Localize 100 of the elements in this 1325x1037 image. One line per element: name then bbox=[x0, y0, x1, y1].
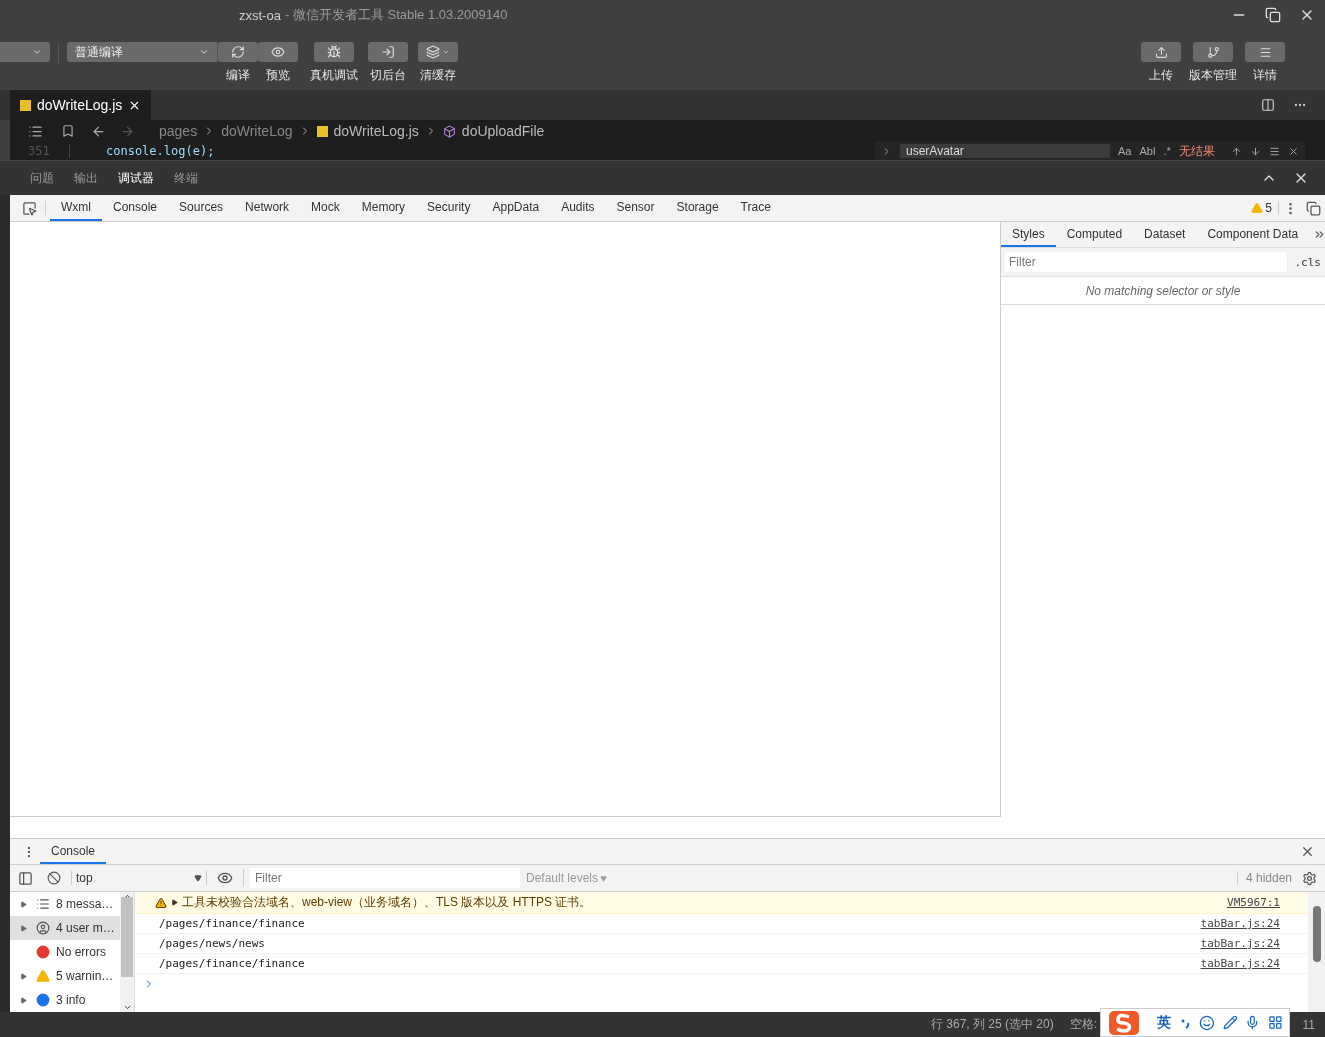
devtools-tab[interactable]: Sensor bbox=[605, 195, 666, 221]
scrollbar-thumb[interactable] bbox=[121, 897, 133, 977]
toolbar-label: 清缓存 bbox=[420, 67, 456, 84]
back-icon[interactable] bbox=[91, 123, 106, 139]
breadcrumb-item[interactable]: doUploadFile bbox=[461, 123, 545, 139]
find-result: 无结果 bbox=[1178, 142, 1215, 160]
warning-icon bbox=[36, 969, 50, 983]
toolbar-button[interactable] bbox=[1245, 42, 1285, 62]
devtools-tab[interactable]: Console bbox=[102, 195, 169, 221]
source-link[interactable]: tabBar.js:24 bbox=[1200, 937, 1280, 950]
sidebar-item[interactable]: No errors bbox=[10, 940, 120, 964]
breadcrumb-item[interactable]: pages bbox=[159, 123, 198, 139]
indentation[interactable]: 空格: bbox=[1069, 1016, 1098, 1033]
error-icon bbox=[36, 945, 50, 959]
styles-tab[interactable]: Component Data bbox=[1196, 222, 1310, 247]
compile-mode-select[interactable]: 普通编译 bbox=[67, 42, 218, 62]
refresh-icon bbox=[231, 45, 245, 59]
devtools-tab[interactable]: Storage bbox=[665, 195, 730, 221]
context-select[interactable]: top bbox=[71, 871, 207, 885]
devtools-tab[interactable]: Trace bbox=[729, 195, 782, 221]
styles-tab[interactable]: Dataset bbox=[1133, 222, 1197, 247]
expand-icon[interactable] bbox=[20, 972, 27, 980]
sidebar-item[interactable]: 8 messa… bbox=[10, 892, 120, 916]
split-editor-icon[interactable] bbox=[1261, 98, 1275, 112]
previous-icon[interactable] bbox=[1231, 145, 1242, 157]
panel-tab[interactable]: 调试器 bbox=[118, 169, 154, 187]
sidebar-item[interactable]: 3 info bbox=[10, 988, 120, 1012]
cube-icon bbox=[442, 124, 456, 138]
toolbar-label: 详情 bbox=[1253, 67, 1277, 84]
source-link[interactable]: tabBar.js:24 bbox=[1200, 957, 1280, 970]
expand-icon[interactable] bbox=[20, 900, 27, 908]
find-option[interactable]: .* bbox=[1163, 145, 1171, 157]
toolbar-button[interactable] bbox=[1193, 42, 1233, 62]
devtools-tab[interactable]: Audits bbox=[550, 195, 606, 221]
next-icon[interactable] bbox=[1250, 145, 1261, 157]
toolbar-button[interactable] bbox=[218, 42, 258, 62]
restore-icon[interactable] bbox=[1265, 7, 1281, 23]
caret-icon bbox=[32, 47, 42, 57]
toolbar-button[interactable] bbox=[1141, 42, 1181, 62]
emoji-icon[interactable] bbox=[1198, 1014, 1215, 1031]
sidebar-item[interactable]: 5 warnin… bbox=[10, 964, 120, 988]
toolbar-label: 上传 bbox=[1149, 67, 1173, 84]
message-text: /pages/news/news bbox=[159, 937, 265, 950]
toolbar-button[interactable] bbox=[258, 42, 298, 62]
layers-icon bbox=[426, 45, 440, 59]
menu-icon bbox=[1258, 45, 1272, 59]
empty-message: No matching selector or style bbox=[1001, 277, 1325, 305]
source-link[interactable]: VM5967:1 bbox=[1227, 896, 1280, 909]
warning-counter[interactable]: 5 bbox=[1245, 201, 1279, 215]
devtools-tab[interactable]: Mock bbox=[300, 195, 351, 221]
breadcrumb-item[interactable]: doWriteLog bbox=[221, 123, 293, 139]
cls-button[interactable]: .cls bbox=[1294, 255, 1321, 269]
sidebar-item[interactable]: 4 user m… bbox=[10, 916, 120, 940]
close-icon[interactable] bbox=[1288, 145, 1299, 157]
devtools-tab[interactable]: Memory bbox=[350, 195, 417, 221]
devtools-tab[interactable]: AppData bbox=[481, 195, 551, 221]
message-text: 工具未校验合法域名、web-view（业务域名）、TLS 版本以及 HTTPS 证书。 bbox=[182, 894, 592, 911]
devtools-tab[interactable]: Wxml bbox=[50, 195, 102, 221]
source-link[interactable]: tabBar.js:24 bbox=[1200, 917, 1280, 930]
editor-tab[interactable]: doWriteLog.js bbox=[10, 90, 152, 120]
devtools-tab[interactable]: Network bbox=[234, 195, 301, 221]
hidden-count: 4 hidden bbox=[1236, 871, 1292, 885]
caret-icon bbox=[194, 874, 202, 882]
list-icon bbox=[36, 897, 50, 911]
caret-icon bbox=[600, 874, 608, 882]
find-option[interactable]: Aa bbox=[1118, 145, 1132, 157]
toolbar-button[interactable] bbox=[418, 42, 458, 62]
expand-icon[interactable] bbox=[20, 996, 27, 1004]
panel-tab[interactable]: 输出 bbox=[74, 169, 98, 187]
user-icon bbox=[36, 921, 50, 935]
scrollbar-thumb[interactable] bbox=[1312, 906, 1321, 962]
input-language[interactable]: 英 bbox=[1157, 1013, 1171, 1032]
outline-icon[interactable] bbox=[28, 123, 43, 139]
filter-field[interactable]: Filter bbox=[250, 868, 520, 888]
warning-icon bbox=[1251, 202, 1264, 214]
bug-icon bbox=[327, 45, 341, 59]
find-option[interactable]: Abl bbox=[1139, 145, 1156, 157]
styles-tab[interactable]: Computed bbox=[1055, 222, 1134, 247]
window-title: zxst-oa bbox=[239, 7, 281, 23]
scroll-down-icon[interactable] bbox=[122, 1003, 132, 1012]
selection-icon[interactable] bbox=[1269, 145, 1280, 157]
find-field[interactable]: userAvatar bbox=[900, 144, 1110, 158]
filter-field[interactable]: Filter bbox=[1005, 252, 1287, 272]
devtools-tab[interactable]: Sources bbox=[168, 195, 235, 221]
toolbar-label: 切后台 bbox=[370, 67, 406, 84]
bookmark-icon[interactable] bbox=[61, 124, 75, 138]
breadcrumb-item[interactable]: doWriteLog.js bbox=[333, 123, 419, 139]
panel-tab[interactable]: 终端 bbox=[174, 169, 198, 187]
panel-tab[interactable]: 问题 bbox=[30, 169, 54, 187]
grid-icon[interactable] bbox=[1268, 1015, 1283, 1030]
caret-icon bbox=[442, 48, 450, 56]
toolbar-button[interactable] bbox=[314, 42, 354, 62]
toolbar-button[interactable] bbox=[368, 42, 408, 62]
expand-icon[interactable] bbox=[171, 899, 178, 906]
eye-icon bbox=[271, 45, 285, 59]
devtools-tab[interactable]: Security bbox=[416, 195, 482, 221]
pen-icon[interactable] bbox=[1222, 1015, 1238, 1030]
toolbar-label: 编译 bbox=[226, 67, 250, 84]
cursor-position[interactable]: 行 367, 列 25 (选中 20) bbox=[931, 1016, 1054, 1033]
toolbar-label: 版本管理 bbox=[1189, 67, 1237, 84]
